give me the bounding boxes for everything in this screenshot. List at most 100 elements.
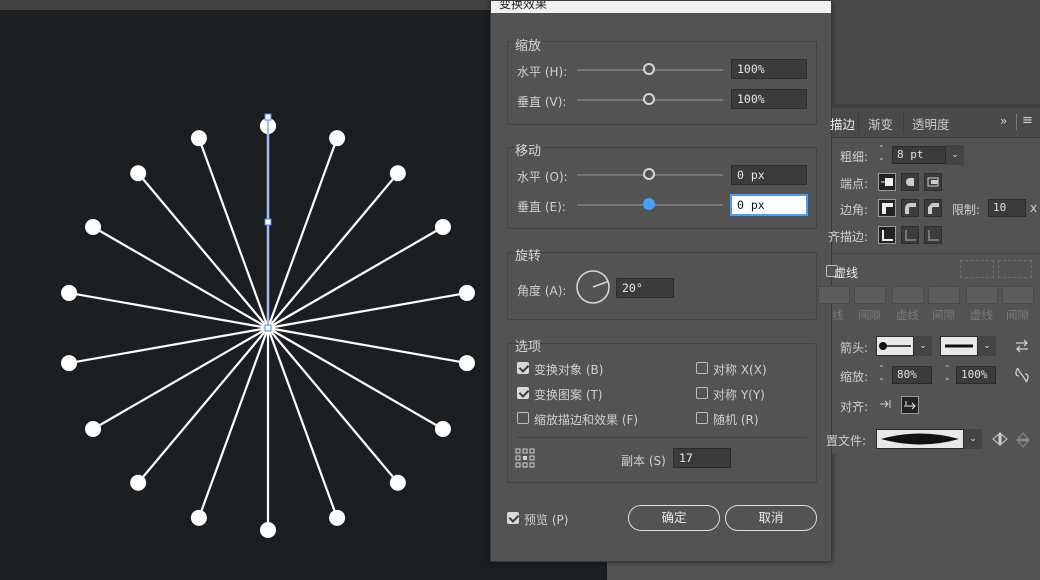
spoke-end-dot <box>434 421 451 437</box>
place-arrow-button[interactable] <box>901 396 919 414</box>
ok-button[interactable]: 确定 <box>628 505 720 531</box>
corner-label: 边角: <box>840 203 869 217</box>
copies-input[interactable]: 17 <box>673 448 731 468</box>
panel-menu-icon[interactable]: ≡ <box>1022 113 1033 128</box>
spoke-end-dot <box>329 130 346 147</box>
dash-field[interactable] <box>818 286 850 304</box>
dash-label: 线 <box>832 308 844 322</box>
start-arrowhead-dropdown-icon[interactable]: ⌄ <box>914 336 932 356</box>
scale-strokes-checkbox[interactable] <box>517 412 529 424</box>
dialog-titlebar[interactable]: 变换效果 <box>491 1 831 13</box>
reference-point-icon[interactable] <box>515 448 535 468</box>
weight-stepper-icon[interactable]: ⌃ ⌄ <box>878 144 885 162</box>
align-outside-button[interactable] <box>924 226 942 244</box>
arrow-align-label: 对齐: <box>840 400 869 414</box>
round-join-button[interactable] <box>901 199 919 217</box>
scale-vertical-input[interactable]: 100% <box>731 89 807 109</box>
reflect-y-label[interactable]: 对称 Y(Y) <box>713 386 765 403</box>
panel-divider <box>832 253 1040 254</box>
reflect-y-checkbox[interactable] <box>696 387 708 399</box>
tab-divider <box>1016 114 1017 130</box>
options-group-label: 选项 <box>515 340 542 355</box>
gap-label: 间隙 <box>1006 308 1029 322</box>
dash-field[interactable] <box>966 286 998 304</box>
flip-horizontal-icon[interactable] <box>992 432 1008 446</box>
spoke-line <box>267 327 399 484</box>
dashed-line-label[interactable]: 虚线 <box>834 264 858 281</box>
miter-join-button[interactable] <box>878 199 896 217</box>
end-arrowhead-dropdown-icon[interactable]: ⌄ <box>978 336 996 356</box>
scale-vertical-slider-knob[interactable] <box>643 93 655 105</box>
align-center-button[interactable] <box>878 226 896 244</box>
extend-arrow-button[interactable] <box>878 396 896 414</box>
random-checkbox[interactable] <box>696 412 708 424</box>
rotate-angle-input[interactable]: 20° <box>616 278 674 298</box>
swap-arrowheads-icon[interactable] <box>1014 338 1030 354</box>
butt-cap-button[interactable] <box>878 173 896 191</box>
transform-objects-label[interactable]: 变换对象 (B) <box>534 361 603 378</box>
reflect-x-checkbox[interactable] <box>696 362 708 374</box>
weight-label: 粗细: <box>840 150 869 164</box>
move-vertical-slider-knob[interactable] <box>643 198 655 210</box>
anchor-point[interactable] <box>264 113 272 121</box>
move-group <box>507 147 817 229</box>
dash-align-corners-button[interactable] <box>998 260 1032 278</box>
move-horizontal-input[interactable]: 0 px <box>731 165 807 185</box>
transform-patterns-checkbox[interactable] <box>517 387 529 399</box>
end-arrowhead-select[interactable] <box>940 336 978 356</box>
dash-label: 虚线 <box>896 308 919 322</box>
flip-vertical-icon[interactable] <box>1016 432 1030 448</box>
weight-dropdown-icon[interactable]: ⌄ <box>946 145 964 165</box>
copies-label: 副本 (S) <box>621 454 666 468</box>
gap-label: 间隙 <box>858 308 881 322</box>
scale-horizontal-slider-knob[interactable] <box>643 63 655 75</box>
transform-patterns-label[interactable]: 变换图案 (T) <box>534 386 603 403</box>
projecting-cap-button[interactable] <box>924 173 942 191</box>
scale-strokes-label[interactable]: 缩放描边和效果 (F) <box>534 411 638 428</box>
transform-objects-checkbox[interactable] <box>517 362 529 374</box>
end-scale-stepper-icon[interactable]: ⌃ ⌄ <box>944 364 951 382</box>
move-vertical-input[interactable]: 0 px <box>731 195 807 215</box>
link-scale-icon[interactable] <box>1014 366 1030 384</box>
panel-collapse-icon[interactable]: » <box>1000 114 1007 128</box>
align-inside-button[interactable] <box>901 226 919 244</box>
dialog-title: 变换效果 <box>499 1 548 11</box>
scale-horizontal-input[interactable]: 100% <box>731 59 807 79</box>
width-profile-dropdown-icon[interactable]: ⌄ <box>964 429 982 449</box>
spoke-end-dot <box>389 165 406 182</box>
tab-stroke[interactable]: 描边 <box>830 114 855 133</box>
gap-field[interactable] <box>1002 286 1034 304</box>
preview-checkbox[interactable] <box>507 512 519 524</box>
width-profile-select[interactable] <box>876 429 964 449</box>
angle-dial-icon[interactable] <box>575 269 611 305</box>
options-divider <box>517 437 807 438</box>
gap-field[interactable] <box>854 286 886 304</box>
start-scale-input[interactable]: 80% <box>892 366 932 384</box>
spoke-end-dot <box>389 474 406 491</box>
limit-input[interactable]: 10 <box>988 199 1026 217</box>
start-scale-stepper-icon[interactable]: ⌃ ⌄ <box>878 364 885 382</box>
cancel-button[interactable]: 取消 <box>725 505 817 531</box>
spoke-end-dot <box>260 522 276 538</box>
rotate-angle-label: 角度 (A): <box>517 284 567 298</box>
dash-field[interactable] <box>892 286 924 304</box>
spoke-end-dot <box>434 219 451 235</box>
dash-preserve-button[interactable] <box>960 260 994 278</box>
move-horizontal-slider-knob[interactable] <box>643 168 655 180</box>
anchor-point[interactable] <box>264 218 272 226</box>
preview-label[interactable]: 预览 (P) <box>524 511 568 528</box>
random-label[interactable]: 随机 (R) <box>713 411 759 428</box>
anchor-point[interactable] <box>264 324 272 332</box>
end-scale-input[interactable]: 100% <box>956 366 996 384</box>
reflect-x-label[interactable]: 对称 X(X) <box>713 361 767 378</box>
start-arrowhead-select[interactable] <box>876 336 914 356</box>
spoke-end-dot <box>61 355 78 372</box>
move-horizontal-label: 水平 (O): <box>517 170 568 184</box>
weight-input[interactable]: 8 pt <box>892 146 946 164</box>
transform-effect-dialog: 变换效果 缩放 水平 (H): 100% 垂直 (V): 100% 移动 水平 … <box>490 0 832 562</box>
tab-transparency[interactable]: 透明度 <box>912 114 950 133</box>
round-cap-button[interactable] <box>901 173 919 191</box>
tab-gradient[interactable]: 渐变 <box>868 114 893 133</box>
bevel-join-button[interactable] <box>924 199 942 217</box>
gap-field[interactable] <box>928 286 960 304</box>
